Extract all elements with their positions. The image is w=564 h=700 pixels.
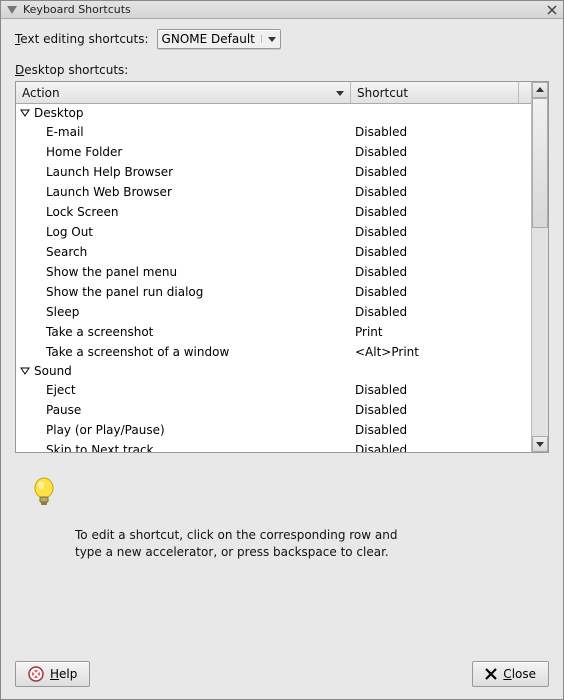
shortcut-cell: Disabled xyxy=(355,305,515,319)
vertical-scrollbar[interactable] xyxy=(531,82,548,452)
table-header: Action Shortcut xyxy=(16,82,531,104)
scheme-label: Text editing shortcuts: xyxy=(15,32,149,46)
action-cell: Launch Web Browser xyxy=(46,185,355,199)
scheme-selected: GNOME Default xyxy=(162,32,255,46)
hint-area: To edit a shortcut, click on the corresp… xyxy=(15,453,549,571)
group-row[interactable]: Sound xyxy=(16,362,531,380)
table-row[interactable]: Home FolderDisabled xyxy=(16,142,531,162)
desktop-shortcuts-label: Desktop shortcuts: xyxy=(15,63,549,77)
table-row[interactable]: Log OutDisabled xyxy=(16,222,531,242)
keyboard-shortcuts-window: Keyboard Shortcuts Text editing shortcut… xyxy=(0,0,564,700)
table-row[interactable]: SleepDisabled xyxy=(16,302,531,322)
action-cell: Launch Help Browser xyxy=(46,165,355,179)
table-row[interactable]: Skip to Next trackDisabled xyxy=(16,440,531,452)
shortcut-cell: Disabled xyxy=(355,225,515,239)
table-row[interactable]: Show the panel menuDisabled xyxy=(16,262,531,282)
scroll-track[interactable] xyxy=(532,98,548,436)
window-title: Keyboard Shortcuts xyxy=(23,3,545,16)
chevron-down-icon xyxy=(261,35,276,43)
action-cell: Play (or Play/Pause) xyxy=(46,423,355,437)
shortcut-cell: Disabled xyxy=(355,245,515,259)
expand-icon xyxy=(20,366,30,376)
shortcut-cell: Disabled xyxy=(355,443,515,452)
action-cell: Sleep xyxy=(46,305,355,319)
action-cell: Home Folder xyxy=(46,145,355,159)
table-row[interactable]: Launch Web BrowserDisabled xyxy=(16,182,531,202)
scheme-dropdown[interactable]: GNOME Default xyxy=(157,29,281,49)
lightbulb-icon xyxy=(31,477,539,507)
close-icon xyxy=(485,668,497,680)
action-cell: Log Out xyxy=(46,225,355,239)
column-header-action[interactable]: Action xyxy=(16,82,351,103)
shortcut-cell: <Alt>Print xyxy=(355,345,515,359)
titlebar[interactable]: Keyboard Shortcuts xyxy=(1,1,563,19)
shortcut-cell: Print xyxy=(355,325,515,339)
scroll-down-button[interactable] xyxy=(532,436,548,452)
shortcut-cell: Disabled xyxy=(355,285,515,299)
table-row[interactable]: SearchDisabled xyxy=(16,242,531,262)
hint-text: To edit a shortcut, click on the corresp… xyxy=(75,527,475,561)
table-row[interactable]: Play (or Play/Pause)Disabled xyxy=(16,420,531,440)
action-cell: E-mail xyxy=(46,125,355,139)
shortcut-cell: Disabled xyxy=(355,403,515,417)
table-row[interactable]: Launch Help BrowserDisabled xyxy=(16,162,531,182)
scroll-thumb[interactable] xyxy=(532,98,548,228)
table-row[interactable]: PauseDisabled xyxy=(16,400,531,420)
shortcut-cell: Disabled xyxy=(355,383,515,397)
sort-arrow-icon xyxy=(336,89,344,97)
table-row[interactable]: Take a screenshotPrint xyxy=(16,322,531,342)
action-cell: Take a screenshot of a window xyxy=(46,345,355,359)
table-row[interactable]: Take a screenshot of a window<Alt>Print xyxy=(16,342,531,362)
action-cell: Skip to Next track xyxy=(46,443,355,452)
shortcut-cell: Disabled xyxy=(355,265,515,279)
action-cell: Take a screenshot xyxy=(46,325,355,339)
button-bar: Help Close xyxy=(1,653,563,699)
table-rows: DesktopE-mailDisabledHome FolderDisabled… xyxy=(16,104,531,452)
action-cell: Pause xyxy=(46,403,355,417)
shortcut-cell: Disabled xyxy=(355,423,515,437)
help-icon xyxy=(28,666,44,682)
scroll-up-button[interactable] xyxy=(532,82,548,98)
shortcut-cell: Disabled xyxy=(355,205,515,219)
shortcut-cell: Disabled xyxy=(355,185,515,199)
action-cell: Show the panel run dialog xyxy=(46,285,355,299)
table-row[interactable]: Show the panel run dialogDisabled xyxy=(16,282,531,302)
content-area: Text editing shortcuts: GNOME Default De… xyxy=(1,19,563,653)
table-row[interactable]: Lock ScreenDisabled xyxy=(16,202,531,222)
table-row[interactable]: E-mailDisabled xyxy=(16,122,531,142)
action-cell: Eject xyxy=(46,383,355,397)
action-cell: Show the panel menu xyxy=(46,265,355,279)
group-label: Desktop xyxy=(34,106,84,120)
column-header-shortcut[interactable]: Shortcut xyxy=(351,82,519,103)
group-row[interactable]: Desktop xyxy=(16,104,531,122)
shortcuts-table: Action Shortcut DesktopE-mailDisabledHom… xyxy=(15,81,549,453)
action-cell: Lock Screen xyxy=(46,205,355,219)
scheme-row: Text editing shortcuts: GNOME Default xyxy=(15,29,549,49)
help-button[interactable]: Help xyxy=(15,661,90,687)
app-icon xyxy=(5,3,19,17)
close-icon[interactable] xyxy=(545,3,559,17)
shortcut-cell: Disabled xyxy=(355,145,515,159)
group-label: Sound xyxy=(34,364,72,378)
shortcut-cell: Disabled xyxy=(355,125,515,139)
action-cell: Search xyxy=(46,245,355,259)
table-row[interactable]: EjectDisabled xyxy=(16,380,531,400)
shortcut-cell: Disabled xyxy=(355,165,515,179)
expand-icon xyxy=(20,108,30,118)
close-button[interactable]: Close xyxy=(472,661,549,687)
